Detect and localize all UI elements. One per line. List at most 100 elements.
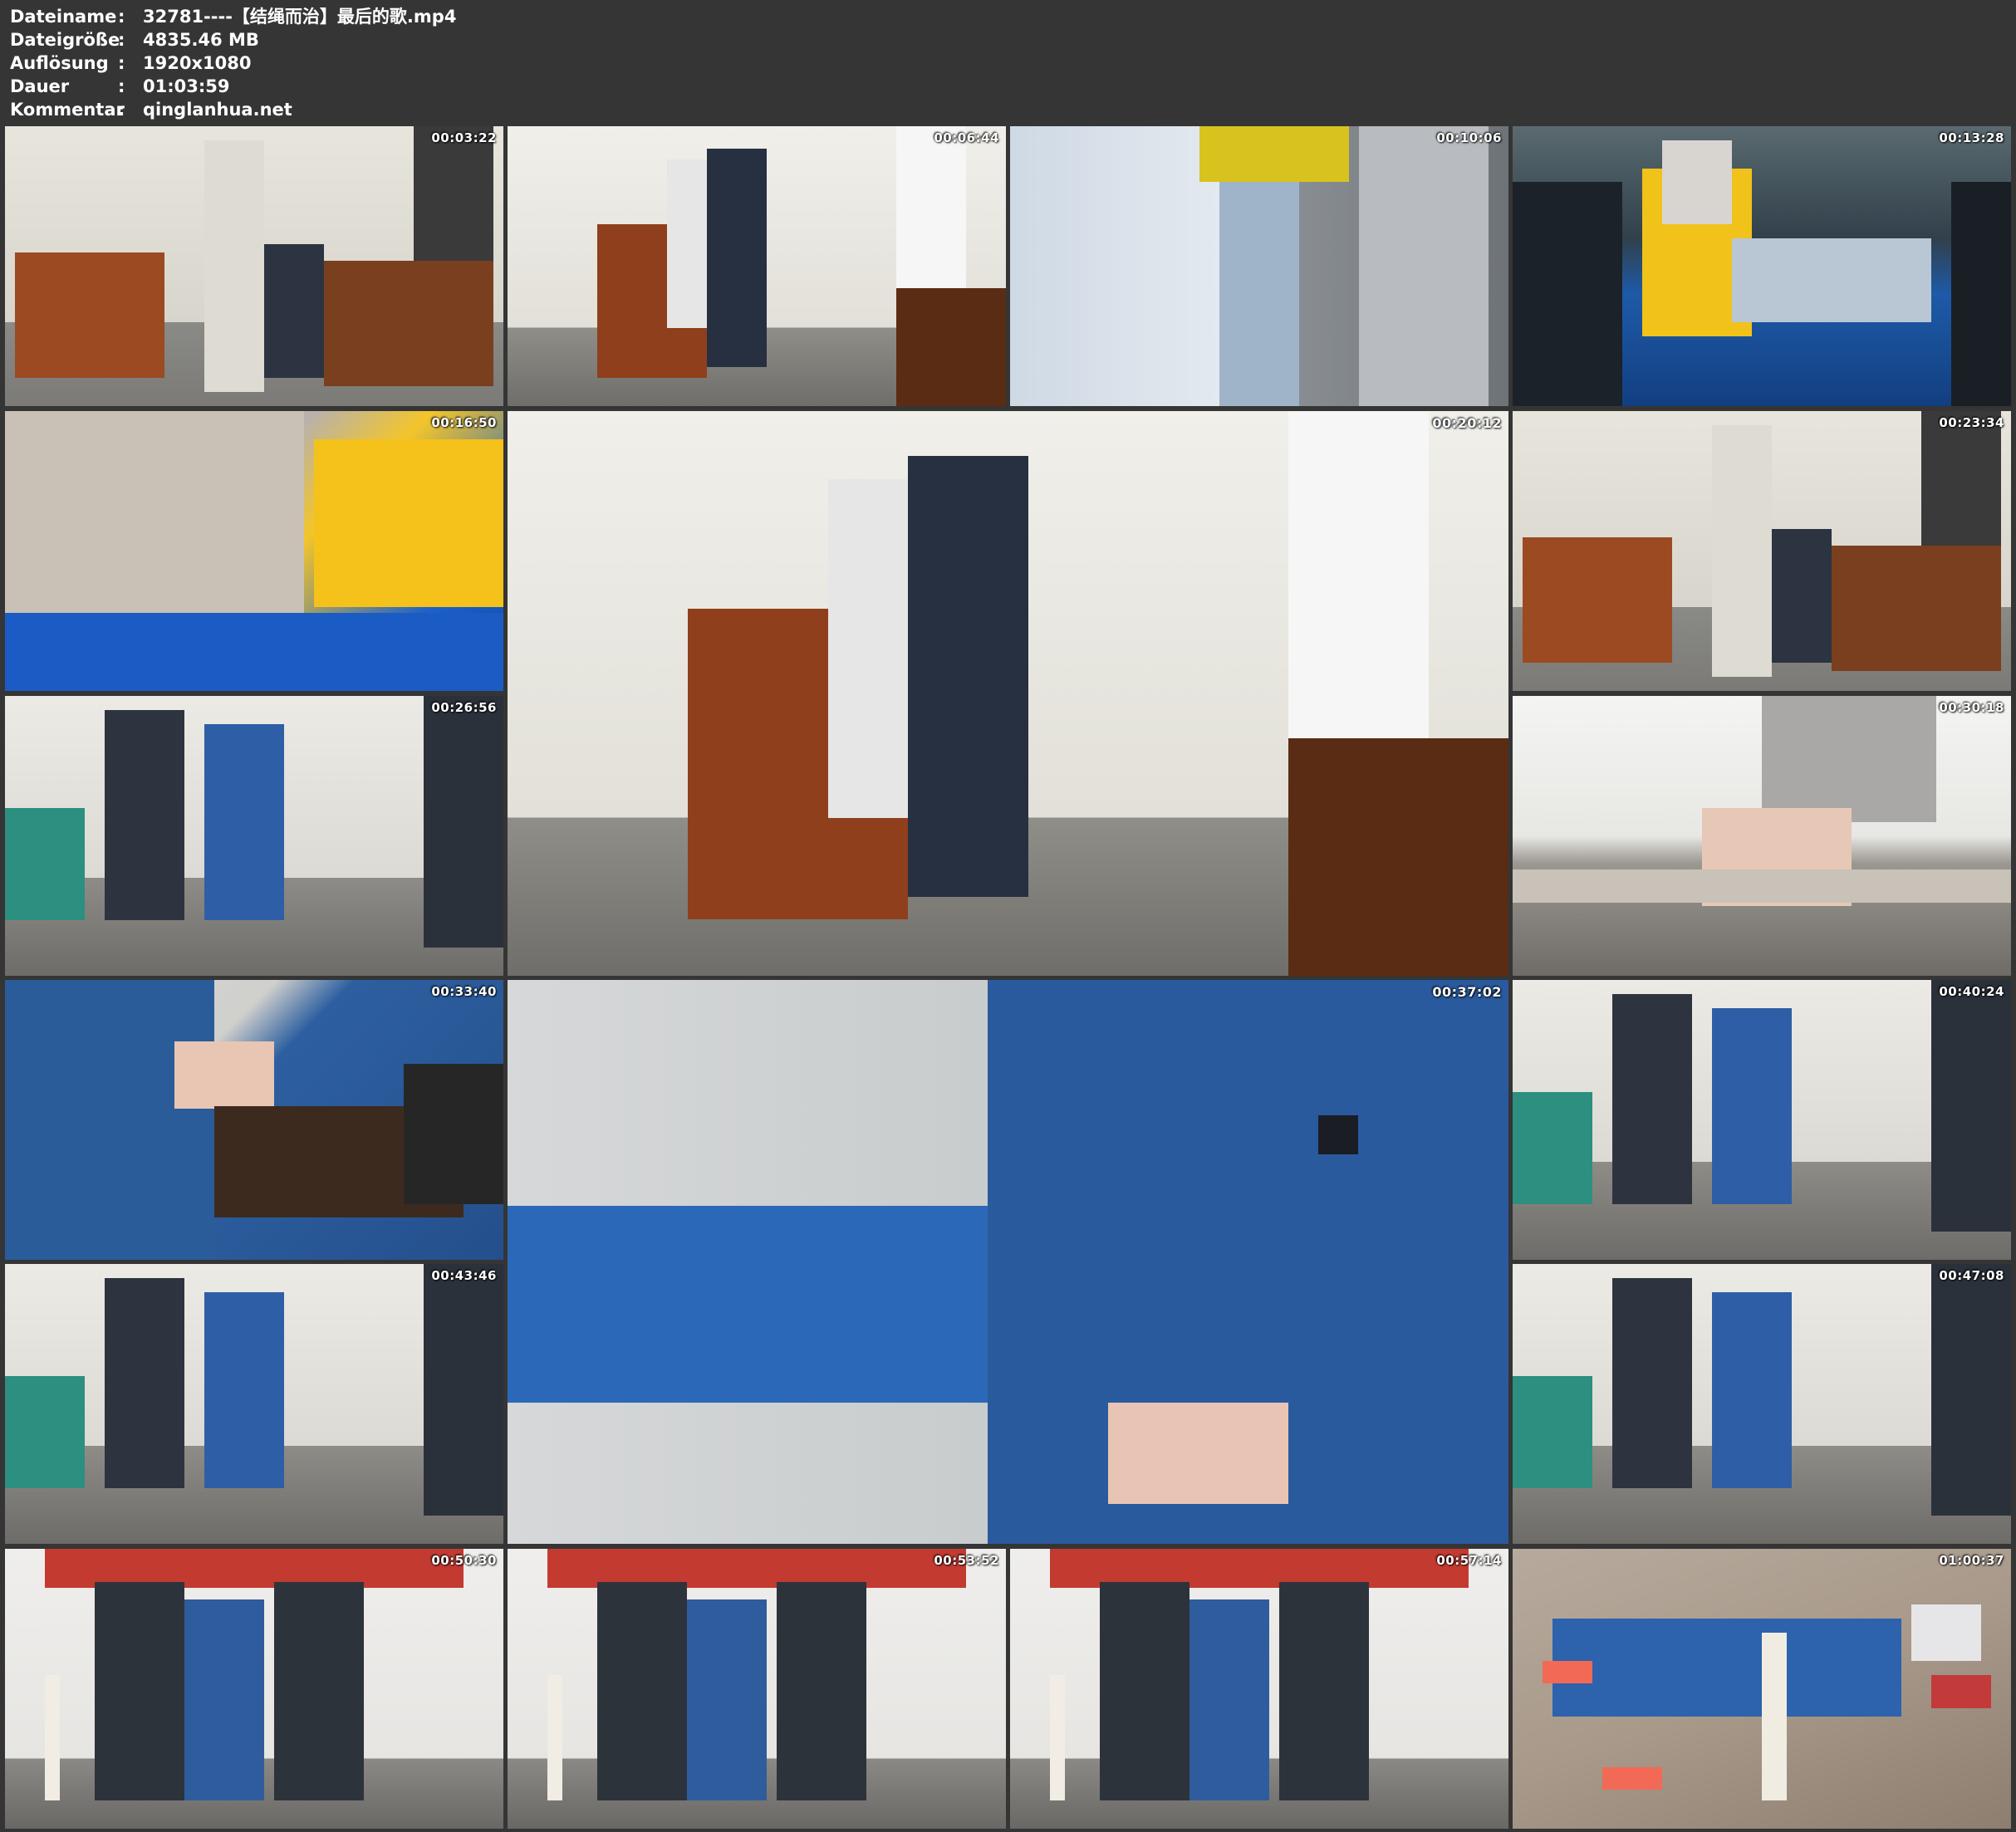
video-thumbnail: 00:50:30 bbox=[5, 1549, 503, 1829]
scene-shape bbox=[1552, 1619, 1901, 1717]
info-label: Dateigröße bbox=[10, 30, 120, 50]
scene-shape bbox=[105, 1277, 184, 1488]
info-separator: : bbox=[118, 53, 125, 73]
info-row-filename: Dateiname : 32781----【结绳而治】最后的歌.mp4 bbox=[10, 5, 456, 28]
scene-shape bbox=[1513, 182, 1622, 406]
scene-shape bbox=[777, 1582, 866, 1801]
thumbnail-timestamp: 00:40:24 bbox=[1939, 984, 2004, 999]
video-thumbnail: 00:57:14 bbox=[1010, 1549, 1508, 1829]
video-thumbnail: 00:16:50 bbox=[5, 411, 503, 691]
info-value: 01:03:59 bbox=[143, 76, 230, 96]
info-separator: : bbox=[118, 100, 125, 120]
scene-shape bbox=[896, 288, 1006, 406]
scene-shape bbox=[1712, 1007, 1792, 1204]
scene-shape bbox=[1762, 1633, 1787, 1801]
thumbnail-timestamp: 00:13:28 bbox=[1939, 130, 2004, 145]
scene-shape bbox=[1279, 1582, 1369, 1801]
video-thumbnail: 00:33:40 bbox=[5, 980, 503, 1260]
info-label: Kommentar bbox=[10, 100, 125, 120]
scene-shape bbox=[174, 1041, 274, 1109]
scene-shape bbox=[1612, 993, 1692, 1204]
scene-shape bbox=[1513, 1091, 1592, 1204]
video-thumbnail: 00:53:52 bbox=[508, 1549, 1006, 1829]
scene-shape bbox=[1108, 1403, 1288, 1505]
scene-shape bbox=[204, 723, 284, 920]
scene-shape bbox=[1762, 696, 1936, 822]
thumbnail-timestamp: 00:30:18 bbox=[1939, 700, 2004, 715]
scene-shape bbox=[264, 243, 324, 379]
scene-shape bbox=[1732, 238, 1931, 322]
thumbnail-timestamp: 00:37:02 bbox=[1432, 984, 1502, 1000]
scene-shape bbox=[1523, 536, 1672, 664]
scene-shape bbox=[5, 980, 214, 1260]
scene-shape bbox=[1772, 528, 1832, 664]
scene-shape bbox=[424, 696, 503, 948]
scene-shape bbox=[597, 1582, 687, 1801]
scene-shape bbox=[1100, 1582, 1189, 1801]
scene-shape bbox=[1359, 126, 1489, 406]
video-thumbnail: 00:37:02 bbox=[508, 980, 1508, 1544]
info-row-filesize: Dateigröße : 4835.46 MB bbox=[10, 28, 456, 51]
thumbnail-timestamp: 00:23:34 bbox=[1939, 415, 2004, 430]
scene-shape bbox=[1921, 411, 2001, 546]
info-value: 4835.46 MB bbox=[143, 30, 259, 50]
scene-shape bbox=[1050, 1674, 1065, 1801]
scene-shape bbox=[5, 411, 304, 621]
scene-shape bbox=[1712, 1291, 1792, 1488]
scene-shape bbox=[687, 1599, 767, 1801]
info-separator: : bbox=[118, 7, 125, 27]
scene-shape bbox=[5, 612, 503, 691]
video-thumbnail: 00:30:18 bbox=[1513, 696, 2011, 976]
video-thumbnail: 00:20:12 bbox=[508, 411, 1508, 976]
info-value: 1920x1080 bbox=[143, 53, 252, 73]
thumbnail-timestamp: 00:33:40 bbox=[431, 984, 497, 999]
info-value: 32781----【结绳而治】最后的歌.mp4 bbox=[143, 7, 457, 27]
scene-shape bbox=[1712, 424, 1772, 678]
info-separator: : bbox=[118, 76, 125, 96]
thumbnail-timestamp: 01:00:37 bbox=[1939, 1553, 2004, 1568]
scene-shape bbox=[1602, 1766, 1662, 1790]
video-thumbnail: 00:06:44 bbox=[508, 126, 1006, 406]
scene-shape bbox=[274, 1582, 364, 1801]
scene-shape bbox=[1832, 545, 2001, 672]
scene-shape bbox=[45, 1674, 60, 1801]
video-thumbnail: 00:47:08 bbox=[1513, 1264, 2011, 1544]
scene-shape bbox=[204, 1291, 284, 1488]
scene-shape bbox=[95, 1582, 184, 1801]
thumbnail-timestamp: 00:26:56 bbox=[431, 700, 497, 715]
video-thumbnail: 00:13:28 bbox=[1513, 126, 2011, 406]
scene-shape bbox=[184, 1599, 264, 1801]
scene-shape bbox=[1911, 1604, 1981, 1661]
scene-shape bbox=[15, 252, 164, 379]
scene-shape bbox=[1543, 1660, 1592, 1683]
video-thumbnail: 01:00:37 bbox=[1513, 1549, 2011, 1829]
video-thumbnail: 00:43:46 bbox=[5, 1264, 503, 1544]
info-separator: : bbox=[118, 30, 125, 50]
info-label: Auflösung bbox=[10, 53, 109, 73]
thumbnail-timestamp: 00:03:22 bbox=[431, 130, 497, 145]
info-row-duration: Dauer : 01:03:59 bbox=[10, 75, 456, 98]
scene-shape bbox=[404, 1064, 503, 1204]
scene-shape bbox=[1931, 1264, 2011, 1516]
scene-shape bbox=[204, 140, 264, 393]
scene-shape bbox=[1612, 1277, 1692, 1488]
thumbnail-timestamp: 00:50:30 bbox=[431, 1553, 497, 1568]
scene-shape bbox=[1951, 182, 2011, 406]
scene-shape bbox=[314, 438, 503, 607]
info-value: qinglanhua.net bbox=[143, 100, 292, 120]
scene-shape bbox=[1513, 869, 2011, 904]
scene-shape bbox=[707, 148, 767, 367]
video-thumbnail: 00:10:06 bbox=[1010, 126, 1508, 406]
thumbnail-timestamp: 00:43:46 bbox=[431, 1268, 497, 1283]
scene-shape bbox=[908, 456, 1028, 897]
scene-shape bbox=[547, 1674, 562, 1801]
info-row-resolution: Auflösung : 1920x1080 bbox=[10, 51, 456, 75]
video-thumbnail: 00:40:24 bbox=[1513, 980, 2011, 1260]
info-label: Dauer bbox=[10, 76, 70, 96]
scene-shape bbox=[424, 1264, 503, 1516]
scene-shape bbox=[5, 807, 85, 920]
scene-shape bbox=[508, 1205, 988, 1403]
video-thumbnail: 00:03:22 bbox=[5, 126, 503, 406]
scene-shape bbox=[1513, 1375, 1592, 1488]
thumbnail-timestamp: 00:06:44 bbox=[934, 130, 999, 145]
